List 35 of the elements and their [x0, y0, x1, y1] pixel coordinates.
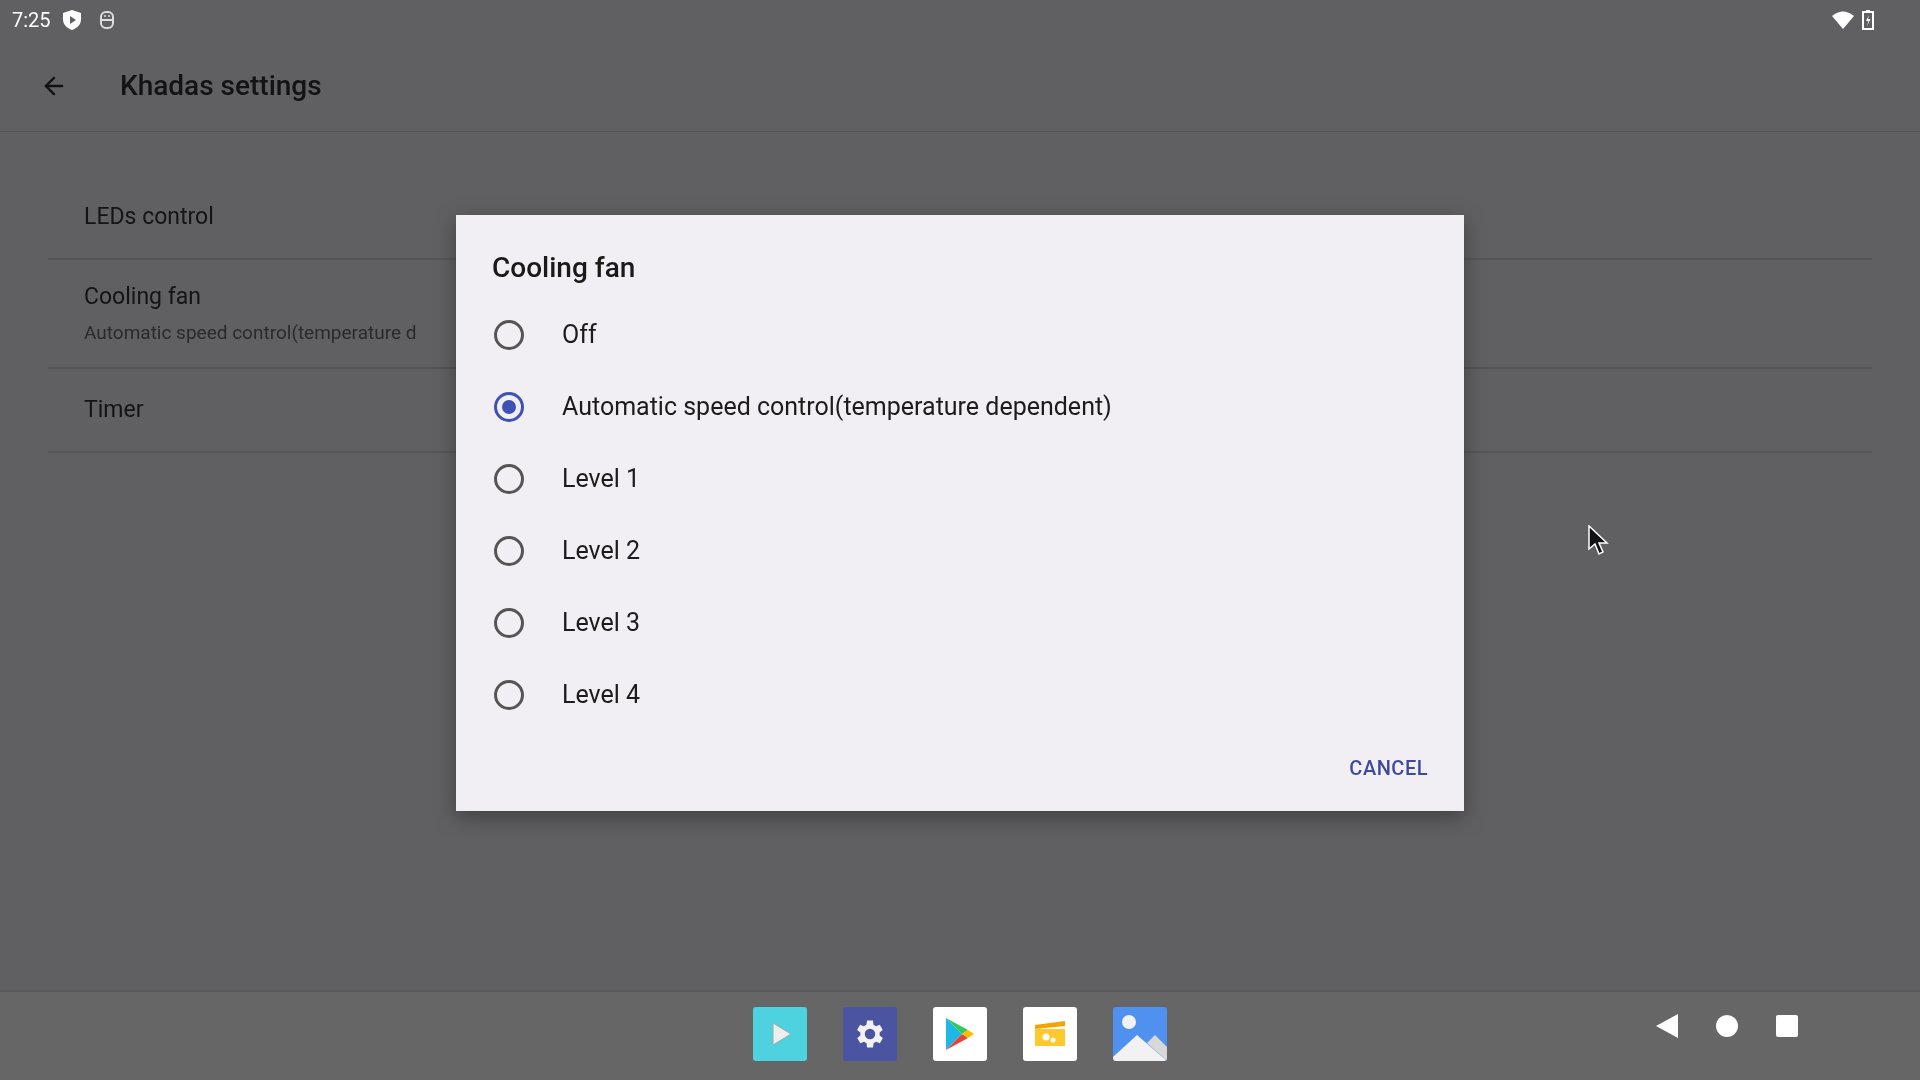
radio-option[interactable]: Level 3	[456, 587, 1464, 659]
cancel-button[interactable]: CANCEL	[1341, 745, 1436, 791]
photo-app-icon[interactable]	[1113, 1007, 1167, 1061]
radio-button[interactable]	[494, 392, 524, 422]
option-label: Level 3	[562, 607, 641, 640]
radio-button[interactable]	[494, 680, 524, 710]
setting-title: Cooling fan	[84, 282, 201, 312]
option-label: Level 2	[562, 535, 641, 568]
shield-play-icon	[62, 10, 81, 30]
option-label: Level 1	[562, 463, 641, 496]
radio-option[interactable]: Level 4	[456, 659, 1464, 731]
wifi-icon	[1832, 11, 1854, 29]
radio-option[interactable]: Level 2	[456, 515, 1464, 587]
setting-summary: Automatic speed control(temperature d	[84, 319, 417, 346]
mouse-cursor-icon	[1588, 525, 1610, 557]
radio-button[interactable]	[494, 320, 524, 350]
option-label: Off	[562, 319, 597, 352]
robot-icon	[98, 9, 115, 31]
setting-title: Timer	[84, 394, 144, 425]
setting-title: LEDs control	[84, 201, 214, 232]
status-time: 7:25	[12, 7, 51, 34]
home-nav-icon[interactable]	[1716, 1015, 1738, 1037]
battery-charging-icon	[1862, 10, 1874, 30]
gear-app-icon[interactable]	[843, 1007, 897, 1061]
radio-button[interactable]	[494, 536, 524, 566]
option-label: Level 4	[562, 679, 641, 712]
radio-button[interactable]	[494, 464, 524, 494]
radio-option[interactable]: Automatic speed control(temperature dependent)	[456, 371, 1464, 443]
radio-button[interactable]	[494, 608, 524, 638]
app-title: Khadas settings	[120, 67, 322, 104]
radio-option[interactable]: Off	[456, 299, 1464, 371]
option-label: Automatic speed control(temperature dependent)	[562, 391, 1112, 424]
dialog-title: Cooling fan	[492, 250, 637, 286]
back-nav-icon[interactable]	[1656, 1014, 1678, 1038]
radio-option[interactable]: Level 1	[456, 443, 1464, 515]
